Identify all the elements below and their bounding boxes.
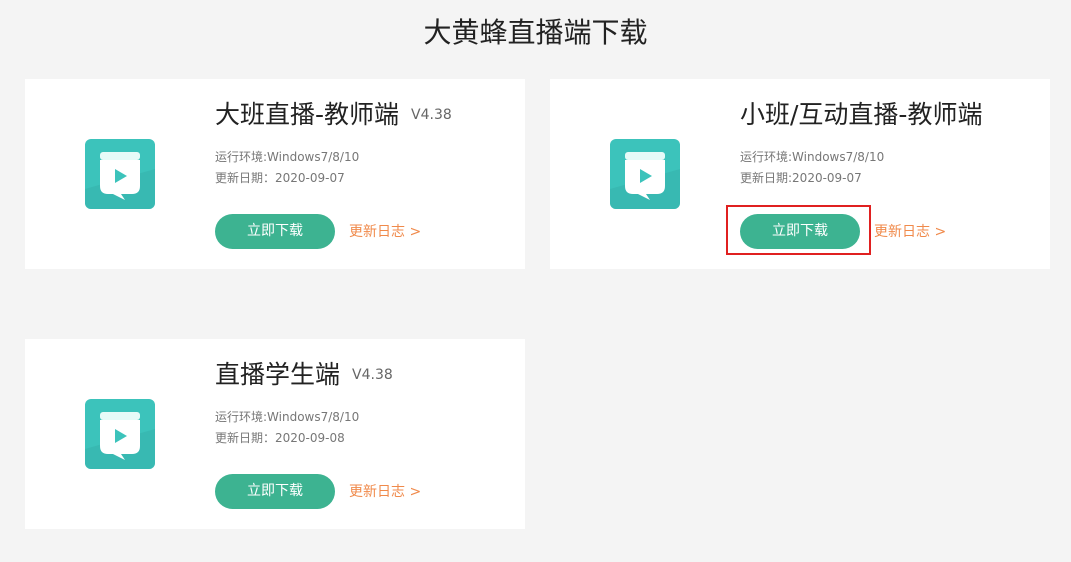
runtime-environment: 运行环境:Windows7/8/10	[215, 410, 360, 424]
app-version: V4.38	[411, 107, 452, 123]
app-version: V4.38	[352, 367, 393, 383]
download-button[interactable]: 立即下载	[215, 474, 335, 509]
runtime-environment: 运行环境:Windows7/8/10	[740, 150, 885, 164]
card-heading: 直播学生端 V4.38	[215, 355, 393, 395]
page-title: 大黄蜂直播端下载	[423, 16, 648, 49]
download-button[interactable]: 立即下载	[215, 214, 335, 249]
download-button[interactable]: 立即下载	[740, 214, 860, 249]
download-card-large-class-teacher: 大班直播-教师端 V4.38 运行环境:Windows7/8/10 更新日期：20…	[25, 79, 525, 269]
book-play-icon	[85, 399, 155, 469]
changelog-link[interactable]: 更新日志 >	[349, 223, 421, 241]
book-play-icon	[85, 139, 155, 209]
update-date: 更新日期:2020-09-07	[740, 171, 862, 185]
update-date: 更新日期：2020-09-08	[215, 431, 345, 445]
book-play-icon	[610, 139, 680, 209]
changelog-link[interactable]: 更新日志 >	[349, 483, 421, 501]
app-name: 小班/互动直播-教师端	[740, 100, 983, 129]
card-heading: 大班直播-教师端 V4.38	[215, 95, 452, 135]
update-date: 更新日期：2020-09-07	[215, 171, 345, 185]
download-card-small-class-teacher: 小班/互动直播-教师端 运行环境:Windows7/8/10 更新日期:2020…	[550, 79, 1050, 269]
runtime-environment: 运行环境:Windows7/8/10	[215, 150, 360, 164]
changelog-link[interactable]: 更新日志 >	[874, 223, 946, 241]
card-heading: 小班/互动直播-教师端	[740, 95, 982, 135]
app-name: 大班直播-教师端	[215, 100, 400, 129]
download-card-student: 直播学生端 V4.38 运行环境:Windows7/8/10 更新日期：2020-…	[25, 339, 525, 529]
app-name: 直播学生端	[215, 360, 341, 389]
